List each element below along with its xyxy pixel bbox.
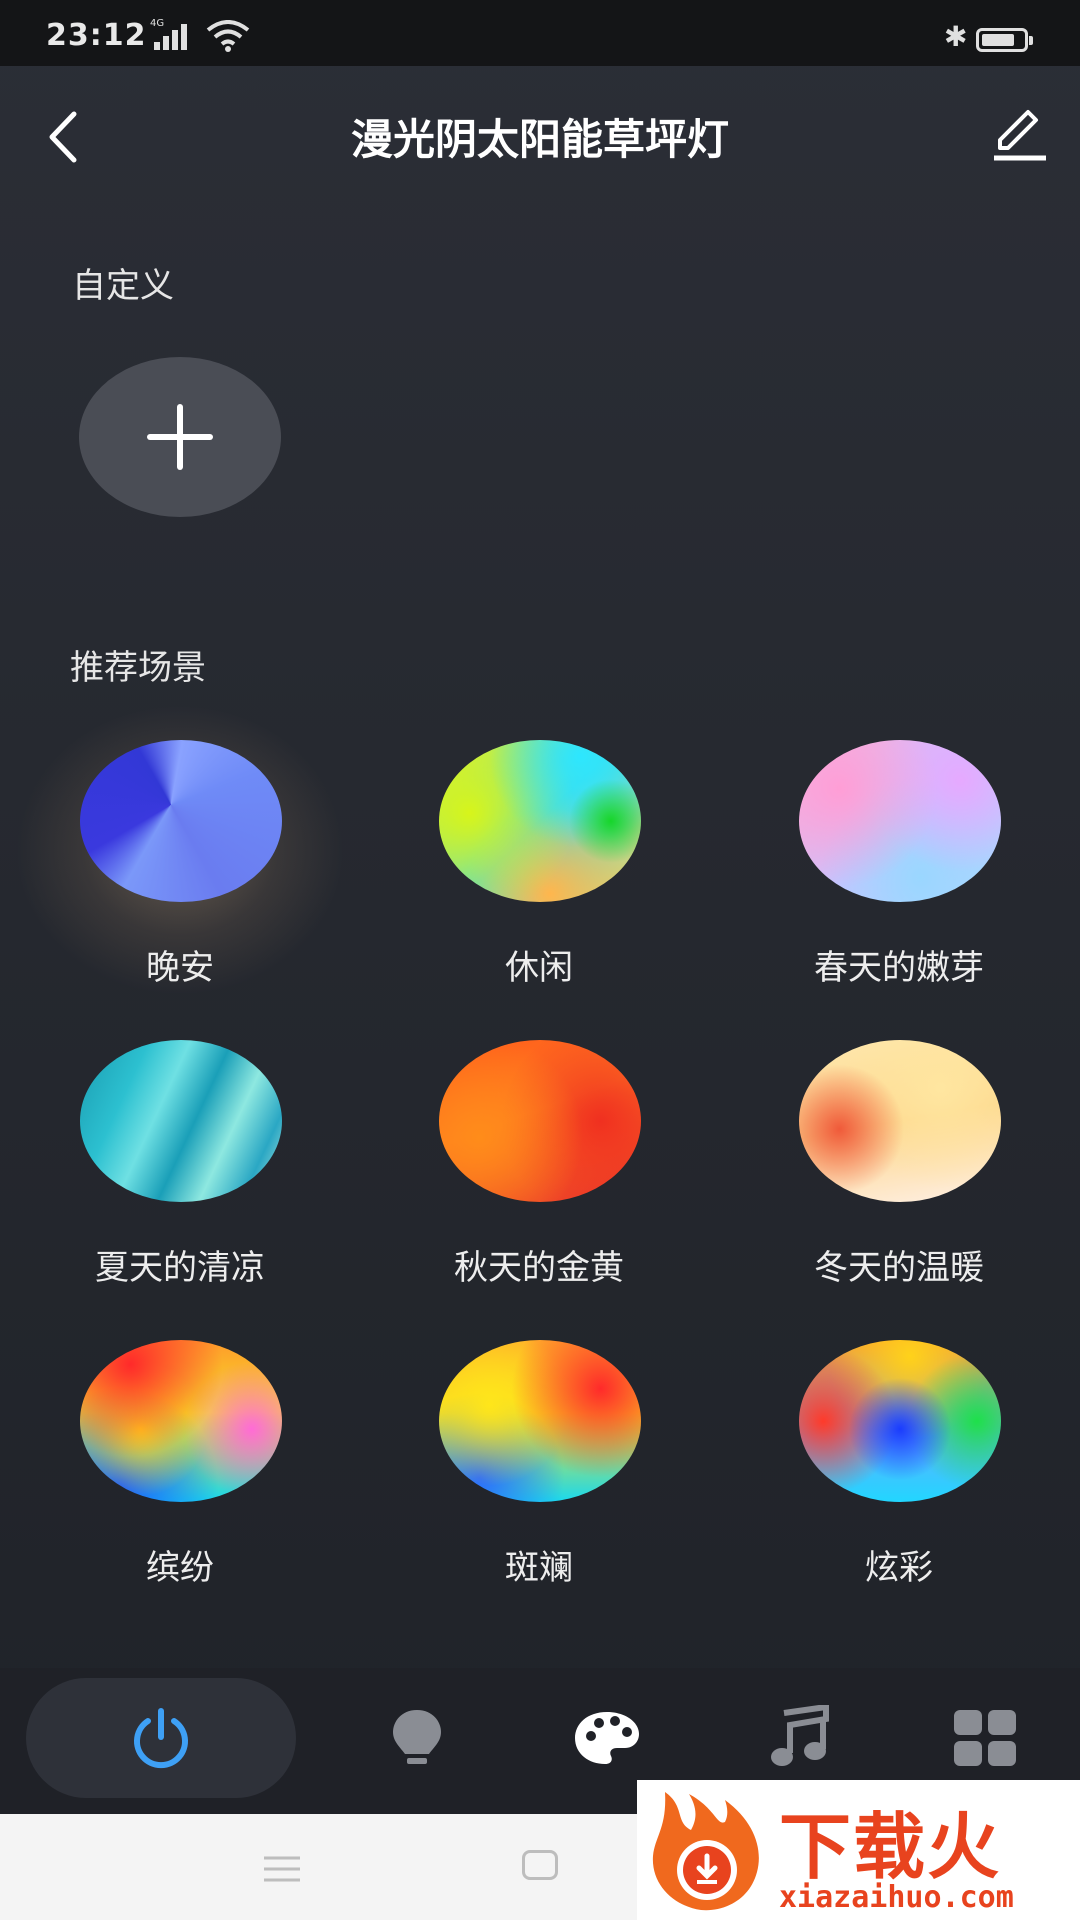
scene-leisure[interactable]: 休闲	[419, 740, 659, 1000]
watermark-brand: 下载火	[779, 1805, 1002, 1889]
edit-icon[interactable]	[990, 106, 1050, 166]
scene-label: 休闲	[505, 948, 573, 988]
scene-orb	[80, 1340, 282, 1502]
scene-orb	[799, 1040, 1001, 1202]
bulb-icon	[393, 1710, 441, 1764]
scene-orb	[799, 740, 1001, 902]
header: 漫光阴太阳能草坪灯	[0, 66, 1080, 204]
scene-orb	[439, 740, 641, 902]
menu-icon[interactable]	[262, 1854, 302, 1884]
home-button[interactable]	[522, 1850, 558, 1880]
scene-label: 夏天的清凉	[95, 1248, 265, 1288]
scene-good-night[interactable]: 晚安	[60, 740, 300, 1000]
nav-light[interactable]	[372, 1678, 462, 1798]
palette-icon	[575, 1712, 639, 1764]
scene-label: 春天的嫩芽	[814, 948, 984, 988]
status-time: 23:12	[46, 18, 147, 53]
scene-dazzling[interactable]: 炫彩	[779, 1340, 1019, 1600]
watermark-url: xiazaihuo.com	[779, 1880, 1014, 1915]
scene-winter-warm[interactable]: 冬天的温暖	[779, 1040, 1019, 1300]
scene-label: 晚安	[146, 948, 214, 988]
scene-label: 秋天的金黄	[454, 1248, 624, 1288]
bluetooth-icon: ✱	[944, 20, 968, 53]
plus-icon	[147, 404, 213, 470]
power-icon	[134, 1708, 188, 1769]
scene-orb	[80, 740, 282, 902]
flame-logo-icon	[652, 1792, 759, 1911]
scene-spring-sprout[interactable]: 春天的嫩芽	[779, 740, 1019, 1000]
nav-power[interactable]	[26, 1678, 296, 1798]
scene-label: 缤纷	[146, 1548, 214, 1588]
scene-label: 斑斓	[505, 1548, 573, 1588]
page-title: 漫光阴太阳能草坪灯	[350, 115, 729, 164]
scene-orb	[80, 1040, 282, 1202]
scene-colorful[interactable]: 缤纷	[60, 1340, 300, 1600]
screen: 23:12 4G ✱ 漫光阴太阳能草坪灯 自定义 推荐场景 晚安 休闲 春天的嫩…	[0, 0, 1080, 1920]
music-icon	[771, 1705, 829, 1766]
battery-level	[982, 34, 1014, 46]
add-scene-button[interactable]	[79, 357, 281, 517]
scene-orb	[439, 1040, 641, 1202]
scene-summer-cool[interactable]: 夏天的清凉	[60, 1040, 300, 1300]
scene-orb	[439, 1340, 641, 1502]
grid-icon	[954, 1710, 1016, 1766]
custom-section-title: 自定义	[72, 266, 174, 306]
scene-label: 炫彩	[865, 1548, 933, 1588]
watermark: 下载火 xiazaihuo.com	[637, 1780, 1080, 1920]
scene-autumn-gold[interactable]: 秋天的金黄	[419, 1040, 659, 1300]
signal-icon	[154, 24, 187, 50]
scene-gorgeous[interactable]: 斑斓	[419, 1340, 659, 1600]
scene-label: 冬天的温暖	[814, 1248, 984, 1288]
status-bar: 23:12 4G ✱	[0, 0, 1080, 66]
wifi-icon	[206, 20, 250, 52]
recommended-section-title: 推荐场景	[70, 648, 206, 688]
scene-orb	[799, 1340, 1001, 1502]
battery-icon	[976, 28, 1033, 52]
